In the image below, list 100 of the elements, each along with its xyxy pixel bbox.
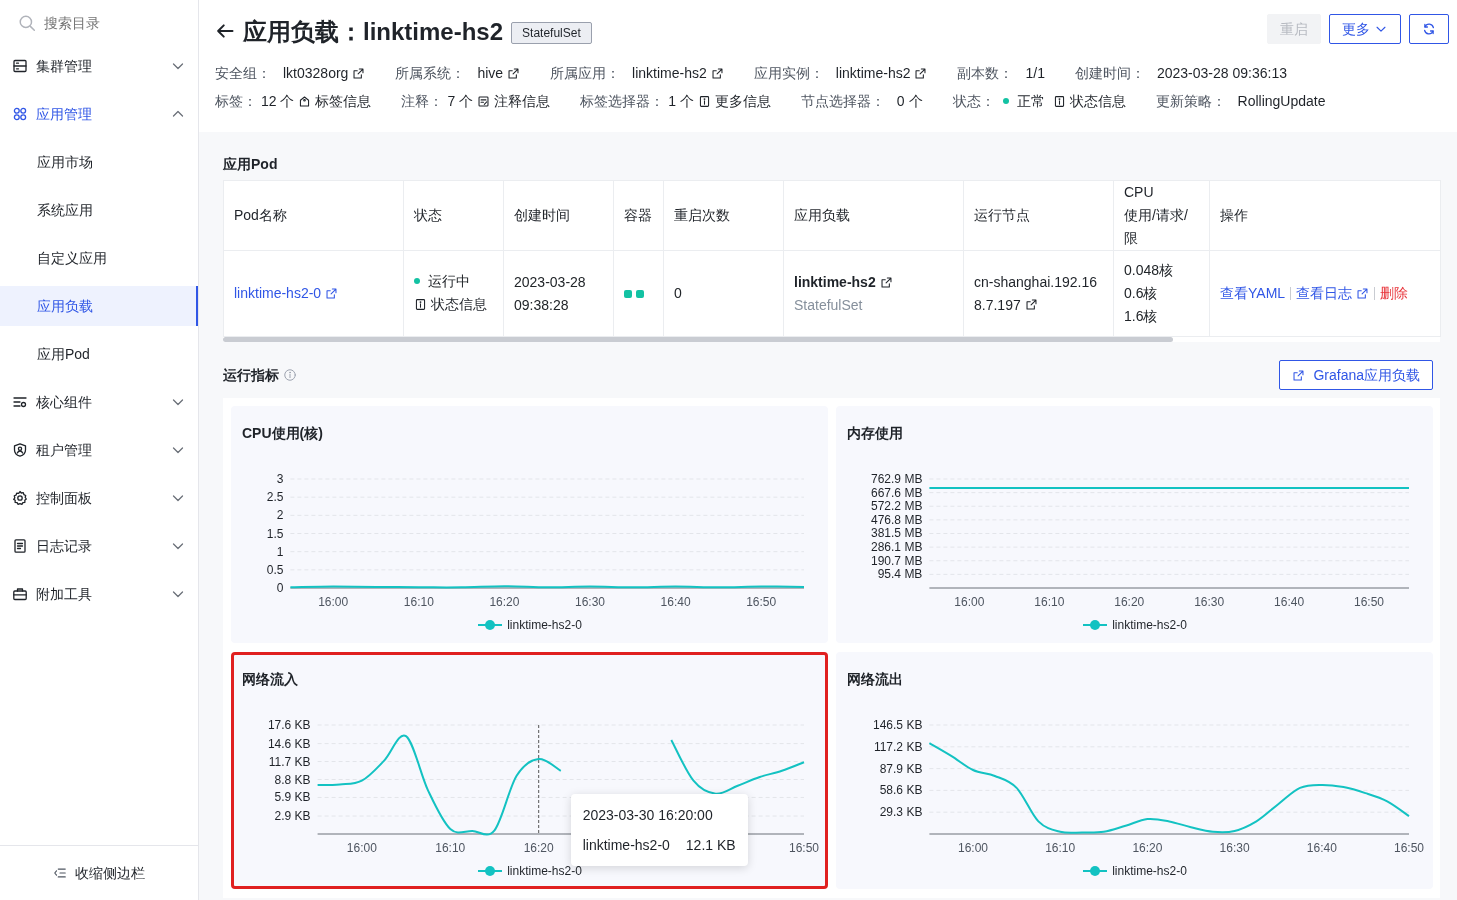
info-icon bbox=[283, 368, 297, 382]
y-axis-label: 1.5 bbox=[266, 526, 284, 541]
section-title: 应用Pod bbox=[223, 155, 278, 174]
sidebar-submenu-item[interactable]: 应用市场 bbox=[0, 142, 198, 182]
more-dropdown-button[interactable]: 更多 bbox=[1329, 14, 1401, 44]
info-link[interactable]: hive bbox=[477, 62, 521, 84]
collapse-sidebar-button[interactable]: 收缩侧边栏 bbox=[52, 861, 146, 885]
y-axis-label: 5.9 KB bbox=[274, 790, 311, 805]
node-link[interactable]: cn-shanghai.192.168.7.197 bbox=[974, 270, 1103, 317]
y-axis-label: 1 bbox=[276, 544, 284, 559]
gear-icon bbox=[12, 490, 28, 506]
info-label: 创建时间： bbox=[1074, 63, 1145, 83]
external-link-icon bbox=[710, 66, 724, 80]
y-axis-label: 3 bbox=[276, 472, 284, 486]
x-axis-label: 16:10 bbox=[1034, 595, 1065, 609]
info-link[interactable]: linktime-hs2 bbox=[632, 62, 724, 84]
legend-item[interactable]: linktime-hs2-0 bbox=[477, 616, 582, 634]
legend-label: linktime-hs2-0 bbox=[507, 863, 582, 880]
legend-item[interactable]: linktime-hs2-0 bbox=[1082, 862, 1187, 880]
view-yaml-link[interactable]: 查看YAML bbox=[1220, 282, 1286, 305]
y-axis-label: 8.8 KB bbox=[274, 772, 311, 787]
legend-marker-icon bbox=[1082, 619, 1109, 631]
legend-label: linktime-hs2-0 bbox=[507, 617, 582, 634]
x-axis-label: 16:00 bbox=[954, 595, 985, 609]
cpu-value: 0.048核 bbox=[1124, 261, 1174, 280]
info-link[interactable]: linktime-hs2 bbox=[835, 62, 928, 84]
external-link-icon bbox=[879, 275, 893, 289]
collapse-icon bbox=[53, 866, 67, 880]
external-link-icon bbox=[507, 66, 521, 80]
info-detail-link[interactable]: 状态信息 bbox=[1052, 90, 1126, 112]
sidebar-menu-item[interactable]: 租户管理 bbox=[0, 430, 198, 470]
column-header: 重启次数 bbox=[674, 207, 730, 223]
status-info-link[interactable]: 状态信息 bbox=[414, 292, 487, 316]
y-axis-label: 381.5 MB bbox=[871, 526, 923, 541]
y-axis-label: 95.4 MB bbox=[877, 567, 923, 582]
info-label: 所属系统： bbox=[395, 63, 466, 83]
x-axis-label: 16:50 bbox=[789, 841, 819, 855]
y-axis-label: 0 bbox=[276, 581, 284, 595]
x-axis-label: 16:20 bbox=[523, 841, 554, 855]
view-logs-link[interactable]: 查看日志 bbox=[1296, 282, 1370, 305]
workload-link[interactable]: linktime-hs2 bbox=[794, 270, 893, 294]
x-axis-label: 16:50 bbox=[1394, 841, 1424, 855]
sidebar-menu-item[interactable]: 核心组件 bbox=[0, 382, 198, 422]
x-axis-label: 16:30 bbox=[1219, 841, 1250, 855]
chart-title: 网络流入 bbox=[242, 670, 299, 689]
refresh-icon bbox=[1422, 22, 1436, 36]
info-detail-link[interactable]: 标签信息 bbox=[298, 90, 372, 112]
legend-marker-icon bbox=[1082, 865, 1109, 877]
sidebar-menu-item[interactable]: 附加工具 bbox=[0, 574, 198, 614]
x-axis-label: 16:00 bbox=[958, 841, 988, 855]
external-link-icon bbox=[914, 66, 928, 80]
cpu-value: 0.6核 bbox=[1124, 284, 1158, 303]
x-axis-label: 16:40 bbox=[1274, 595, 1305, 609]
info-label: 节点选择器： bbox=[800, 91, 885, 111]
info-value: 2023-03-28 09:36:13 bbox=[1156, 63, 1287, 83]
section-title: 运行指标 bbox=[223, 365, 279, 385]
sidebar-submenu-item[interactable]: 系统应用 bbox=[0, 190, 198, 230]
sidebar-menu-item[interactable]: 集群管理 bbox=[0, 46, 198, 86]
y-axis-label: 58.6 KB bbox=[879, 783, 923, 798]
delete-link[interactable]: 删除 bbox=[1380, 282, 1409, 305]
x-axis-label: 16:40 bbox=[660, 595, 691, 609]
legend-label: linktime-hs2-0 bbox=[1112, 617, 1187, 634]
x-axis-label: 16:40 bbox=[1306, 841, 1337, 855]
x-axis-label: 16:00 bbox=[318, 595, 349, 609]
sidebar-submenu-item[interactable]: 应用Pod bbox=[0, 334, 198, 374]
info-label: 标签： bbox=[215, 91, 257, 111]
search-icon bbox=[18, 14, 36, 32]
horizontal-scrollbar[interactable] bbox=[223, 337, 1440, 342]
y-axis-label: 2.9 KB bbox=[274, 809, 311, 824]
refresh-button[interactable] bbox=[1409, 14, 1449, 44]
x-axis-label: 16:30 bbox=[575, 595, 605, 609]
pod-name-link[interactable]: linktime-hs2-0 bbox=[234, 282, 339, 305]
x-axis-label: 16:10 bbox=[1045, 841, 1076, 855]
restart-count: 0 bbox=[674, 285, 682, 301]
info-label: 状态： bbox=[952, 91, 995, 111]
y-axis-label: 11.7 KB bbox=[268, 754, 311, 769]
info-label: 标签选择器： bbox=[580, 91, 665, 111]
info-detail-link[interactable]: 更多信息 bbox=[697, 90, 771, 112]
info-detail-link[interactable]: 注释信息 bbox=[477, 90, 551, 112]
server-icon bbox=[12, 58, 28, 74]
column-header: CPU 使用/请求/限 bbox=[1124, 184, 1188, 246]
y-axis-label: 2 bbox=[276, 508, 284, 523]
info-document-icon bbox=[697, 94, 711, 108]
legend-marker-icon bbox=[477, 865, 504, 877]
edit-note-icon bbox=[477, 94, 491, 108]
sidebar-menu-item[interactable]: 控制面板 bbox=[0, 478, 198, 518]
sidebar-submenu-item[interactable]: 自定义应用 bbox=[0, 238, 198, 278]
y-axis-label: 572.2 MB bbox=[871, 499, 923, 514]
legend-item[interactable]: linktime-hs2-0 bbox=[477, 862, 582, 880]
legend-item[interactable]: linktime-hs2-0 bbox=[1082, 616, 1187, 634]
sidebar-menu-item[interactable]: 日志记录 bbox=[0, 526, 198, 566]
tooltip-series: linktime-hs2-0 bbox=[582, 836, 670, 855]
info-link[interactable]: lkt0328org bbox=[283, 62, 366, 84]
grafana-button[interactable]: Grafana应用负载 bbox=[1279, 360, 1433, 390]
info-value: 正常 bbox=[1016, 91, 1045, 111]
info-label: 更新策略： bbox=[1155, 91, 1226, 111]
shield-user-icon bbox=[12, 442, 28, 458]
sidebar-menu-item[interactable]: 应用管理 bbox=[0, 94, 198, 134]
chart-title: 网络流出 bbox=[847, 670, 904, 689]
sidebar-submenu-item[interactable]: 应用负载 bbox=[0, 286, 198, 326]
